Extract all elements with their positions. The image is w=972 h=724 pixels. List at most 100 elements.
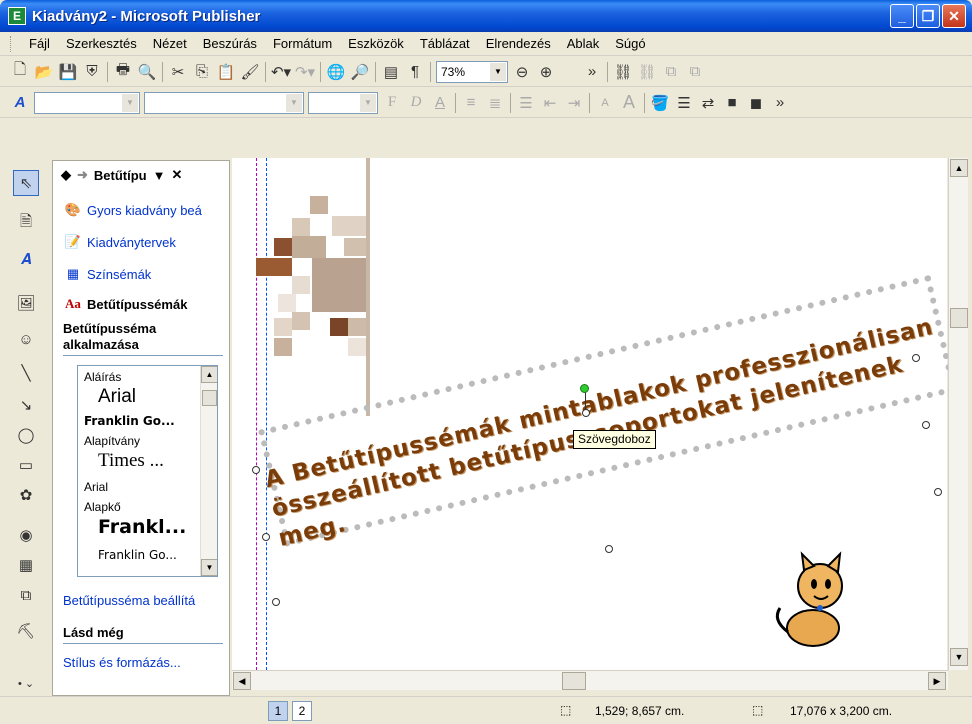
scheme-font-minor[interactable]: Franklin Go...	[84, 414, 175, 428]
publisher-app-icon[interactable]: E	[8, 7, 26, 25]
font-list-scrollbar[interactable]: ▲ ▼	[200, 366, 217, 576]
scroll-left-icon[interactable]: ◀	[233, 672, 251, 690]
chevron-down-icon[interactable]: ▼	[153, 168, 166, 183]
scheme-font-major[interactable]: Arial	[98, 386, 136, 408]
font-select[interactable]: ▼	[144, 91, 304, 114]
print-preview-icon[interactable]: 🔍	[135, 60, 159, 84]
menu-view[interactable]: Nézet	[145, 36, 195, 51]
toolbar-overflow-icon[interactable]: »	[768, 91, 792, 115]
resize-handle[interactable]	[912, 354, 920, 362]
print-icon[interactable]: 🖶	[111, 60, 135, 84]
wordart-tool-icon[interactable]: 𝑨	[13, 246, 39, 272]
form-control-icon[interactable]: ▦	[13, 552, 39, 578]
scheme-font-minor[interactable]: Franklin Go...	[98, 548, 177, 562]
forward-arrow-icon[interactable]: ➜	[77, 167, 88, 183]
restore-button[interactable]: ❐	[916, 4, 940, 28]
new-icon[interactable]: 🗋	[8, 60, 32, 84]
scheme-name[interactable]: Aláírás	[84, 370, 121, 384]
permission-icon[interactable]: ⛨	[80, 60, 104, 84]
menu-insert[interactable]: Beszúrás	[195, 36, 265, 51]
scroll-down-icon[interactable]: ▼	[201, 559, 217, 576]
open-icon[interactable]: 📂	[32, 60, 56, 84]
close-button[interactable]: ✕	[942, 4, 966, 28]
menu-window[interactable]: Ablak	[559, 36, 608, 51]
hyperlink-icon[interactable]: 🌐	[324, 60, 348, 84]
resize-handle[interactable]	[272, 598, 280, 606]
scheme-font-major[interactable]: Frankl...	[98, 516, 186, 538]
font-size-select[interactable]: ▼	[308, 91, 378, 114]
hot-spot-icon[interactable]: ◉	[13, 522, 39, 548]
font-scheme-options-link[interactable]: Betűtípusséma beállítá	[63, 593, 195, 608]
paste-icon[interactable]: 📋	[214, 60, 238, 84]
zoom-out-icon[interactable]: ⊖	[510, 60, 534, 84]
styles-formatting-link[interactable]: Stílus és formázás...	[63, 655, 181, 670]
menu-format[interactable]: Formátum	[265, 36, 340, 51]
publication-designs-link[interactable]: 📝 Kiadványtervek	[63, 233, 176, 251]
chevron-down-icon[interactable]: ▼	[490, 62, 506, 81]
design-gallery-icon[interactable]: ⛏	[13, 618, 39, 644]
oval-tool-icon[interactable]: ◯	[13, 422, 39, 448]
rotate-handle[interactable]	[580, 384, 589, 393]
resize-handle[interactable]	[922, 421, 930, 429]
menubar-grip[interactable]	[10, 35, 13, 52]
scroll-thumb[interactable]	[202, 390, 217, 406]
more-tools-icon[interactable]: • ⌄	[13, 670, 39, 696]
italic-button[interactable]: D	[404, 91, 428, 115]
menu-file[interactable]: Fájl	[21, 36, 58, 51]
dash-style-icon[interactable]: ⇄	[696, 91, 720, 115]
font-schemes-link[interactable]: Aa Betűtípussémák	[63, 295, 187, 313]
toolbar-overflow-icon[interactable]: »	[580, 60, 604, 84]
scheme-name[interactable]: Alapkő	[84, 500, 121, 514]
resize-handle[interactable]	[252, 466, 260, 474]
increase-indent-icon[interactable]: ⇥	[562, 91, 586, 115]
scroll-up-icon[interactable]: ▲	[950, 159, 968, 177]
pilcrow-icon[interactable]: ¶	[403, 60, 427, 84]
decrease-font-icon[interactable]: A	[593, 91, 617, 115]
resize-handle[interactable]	[605, 545, 613, 553]
scroll-up-icon[interactable]: ▲	[201, 366, 217, 383]
zoom-select[interactable]: 73% ▼	[436, 60, 508, 83]
menu-help[interactable]: Súgó	[607, 36, 653, 51]
scheme-font-minor[interactable]: Arial	[84, 480, 108, 494]
page-tab-2[interactable]: 2	[292, 701, 312, 721]
undo-icon[interactable]: ↶▾	[269, 60, 293, 84]
cut-icon[interactable]: ✂	[166, 60, 190, 84]
rectangle-tool-icon[interactable]: ▭	[13, 452, 39, 478]
scroll-right-icon[interactable]: ▶	[928, 672, 946, 690]
scroll-down-icon[interactable]: ▼	[950, 648, 968, 666]
autoshapes-tool-icon[interactable]: ✿	[13, 482, 39, 508]
fill-color-icon[interactable]: 🪣	[648, 91, 672, 115]
object-icon[interactable]: 🔎	[348, 60, 372, 84]
color-schemes-link[interactable]: ▦ Színsémák	[63, 265, 151, 283]
select-pointer-icon[interactable]: ⇖	[13, 170, 39, 196]
page-tab-1[interactable]: 1	[268, 701, 288, 721]
picture-frame-icon[interactable]: 🖼	[13, 290, 39, 316]
justify-icon[interactable]: ≣	[483, 91, 507, 115]
cat-clipart[interactable]	[768, 550, 858, 650]
back-arrow-icon[interactable]: ◆	[61, 167, 71, 183]
arrow-tool-icon[interactable]: ↘	[13, 392, 39, 418]
resize-handle[interactable]	[582, 409, 590, 417]
line-tool-icon[interactable]: ╲	[13, 360, 39, 386]
line-style-icon[interactable]: ☰	[672, 91, 696, 115]
minimize-button[interactable]: _	[890, 4, 914, 28]
increase-font-icon[interactable]: A	[617, 91, 641, 115]
resize-handle[interactable]	[934, 488, 942, 496]
task-pane-title[interactable]: Betűtípu	[94, 168, 147, 183]
save-icon[interactable]: 💾	[56, 60, 80, 84]
numbering-icon[interactable]: ☰	[514, 91, 538, 115]
shadow-icon[interactable]: ■	[720, 91, 744, 115]
styles-icon[interactable]: A	[8, 91, 32, 115]
scheme-font-major[interactable]: Times ...	[98, 450, 164, 472]
menu-edit[interactable]: Szerkesztés	[58, 36, 145, 51]
menu-arrange[interactable]: Elrendezés	[478, 36, 559, 51]
align-left-icon[interactable]: ≡	[459, 91, 483, 115]
bold-button[interactable]: F	[380, 91, 404, 115]
style-select[interactable]: ▼	[34, 91, 140, 114]
decrease-indent-icon[interactable]: ⇤	[538, 91, 562, 115]
zoom-in-icon[interactable]: ⊕	[534, 60, 558, 84]
horizontal-scrollbar[interactable]: ◀ ▶	[232, 670, 948, 690]
quick-publication-link[interactable]: 🎨 Gyors kiadvány beá	[63, 201, 202, 219]
copy-icon[interactable]: ⎘	[190, 60, 214, 84]
link-textbox-icon[interactable]: ⛓	[611, 60, 635, 84]
